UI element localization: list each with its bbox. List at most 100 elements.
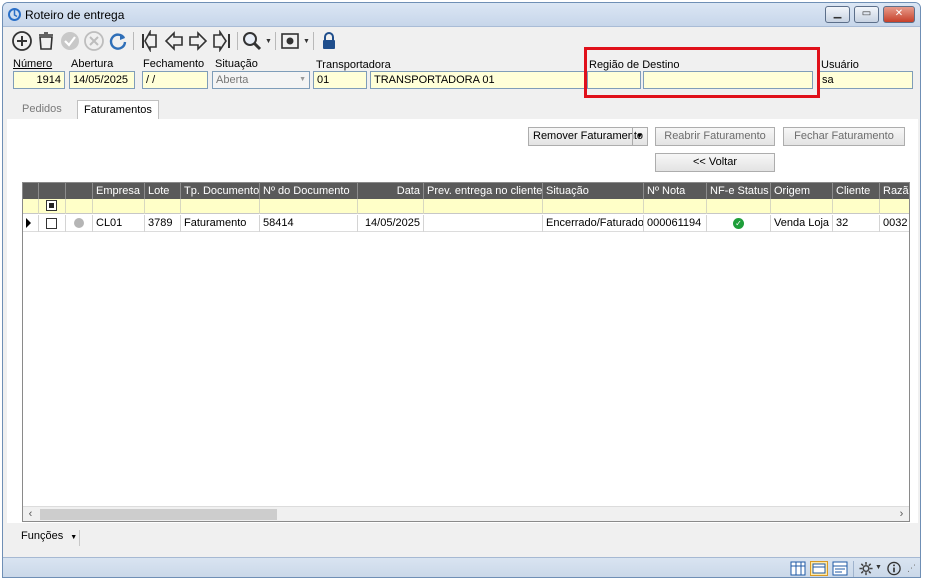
abertura-field[interactable]: 14/05/2025 [69,71,135,89]
abertura-label: Abertura [71,58,114,70]
add-icon[interactable] [11,30,33,52]
header-data[interactable]: Data [358,183,424,199]
numero-label: Número [13,58,53,70]
search-icon[interactable] [241,30,263,52]
search-dropdown-icon[interactable]: ▼ [265,38,272,45]
reabrir-faturamento-button[interactable]: Reabrir Faturamento [655,127,775,146]
voltar-button[interactable]: << Voltar [655,153,775,172]
grid-filter-row [23,199,909,214]
highlight-box [584,47,820,98]
footer-separator [79,530,80,546]
transportadora-name-field[interactable]: TRANSPORTADORA 01 [370,71,586,89]
close-button[interactable]: ✕ [883,6,915,23]
resize-grip-icon[interactable]: ⋰ [907,563,916,574]
header-cliente[interactable]: Cliente [833,183,880,199]
delete-icon[interactable] [35,30,57,52]
main-window: Roteiro de entrega ▁ ▭ ✕ ▼ ▼ Número Aber… [2,2,921,578]
filter-cell[interactable] [145,199,181,214]
header-empresa[interactable]: Empresa [93,183,145,199]
transportadora-label: Transportadora [316,59,391,71]
filter-cell[interactable] [880,199,909,214]
filter-cell[interactable] [260,199,358,214]
header-origem[interactable]: Origem [771,183,833,199]
table-row[interactable]: CL01 3789 Faturamento 58414 14/05/2025 E… [23,215,909,232]
toolbar-separator [133,32,134,50]
gear-dropdown-icon[interactable]: ▼ [875,564,882,571]
remover-faturamento-label: Remover Faturamento [533,130,644,142]
next-record-icon[interactable] [187,30,209,52]
filter-cell[interactable] [358,199,424,214]
fechamento-label: Fechamento [143,58,205,70]
last-record-icon[interactable] [211,30,233,52]
previous-record-icon[interactable] [163,30,185,52]
numero-field[interactable]: 1914 [13,71,65,89]
header-status [66,183,93,199]
header-num-nota[interactable]: Nº Nota [644,183,707,199]
info-icon[interactable] [886,561,902,576]
chevron-down-icon: ▼ [632,128,643,145]
filter-cell[interactable] [424,199,543,214]
header-lote[interactable]: Lote [145,183,181,199]
filter-cell[interactable] [93,199,145,214]
transportadora-code-field[interactable]: 01 [313,71,367,89]
filter-cell [39,199,66,214]
chevron-down-icon: ▼ [70,534,78,541]
usuario-field[interactable]: sa [818,71,913,89]
filter-cell[interactable] [543,199,644,214]
settings-icon[interactable] [279,30,301,52]
maximize-button[interactable]: ▭ [854,6,879,23]
filter-cell[interactable] [181,199,260,214]
cancel-icon[interactable] [83,30,105,52]
cell-data: 14/05/2025 [358,215,424,232]
first-record-icon[interactable] [139,30,161,52]
tab-pedidos[interactable]: Pedidos [16,100,68,120]
cell-num-nota: 000061194 [644,215,707,232]
fechar-faturamento-button[interactable]: Fechar Faturamento [783,127,905,146]
gear-icon[interactable] [858,561,874,576]
usuario-label: Usuário [821,59,859,71]
fechamento-field[interactable]: / / [142,71,208,89]
confirm-icon[interactable] [59,30,81,52]
select-all-checkbox[interactable] [46,200,57,211]
header-nfe-status[interactable]: NF-e Status [707,183,771,199]
cell-tp-documento: Faturamento [181,215,260,232]
filter-cell[interactable] [66,199,93,214]
grid-view-icon[interactable] [790,561,806,576]
refresh-icon[interactable] [107,30,129,52]
cell-prev-entrega [424,215,543,232]
header-razao[interactable]: Razão [880,183,909,199]
maximize-icon: ▭ [861,8,872,19]
cell-cliente: 32 [833,215,880,232]
chevron-down-icon: ▼ [299,76,306,83]
toolbar-separator [313,32,314,50]
header-prev-entrega[interactable]: Prev. entrega no cliente [424,183,543,199]
filter-cell [23,199,39,214]
situacao-label: Situação [215,58,258,70]
filter-cell[interactable] [833,199,880,214]
settings-dropdown-icon[interactable]: ▼ [303,38,310,45]
form-view-icon[interactable] [810,561,828,576]
filter-cell[interactable] [707,199,771,214]
faturamentos-grid: Empresa Lote Tp. Documento Nº do Documen… [22,182,910,522]
header-select [39,183,66,199]
horizontal-scrollbar[interactable]: ‹ › [23,506,909,521]
header-tp-documento[interactable]: Tp. Documento [181,183,260,199]
lock-icon[interactable] [318,30,340,52]
header-situacao[interactable]: Situação [543,183,644,199]
scrollbar-thumb[interactable] [40,509,277,520]
scroll-left-icon[interactable]: ‹ [23,507,38,521]
row-select-cell [39,215,66,232]
tab-faturamentos[interactable]: Faturamentos [77,100,159,121]
row-status-cell [66,215,93,232]
scroll-right-icon[interactable]: › [894,507,909,521]
situacao-select[interactable]: Aberta ▼ [212,71,310,89]
filter-cell[interactable] [644,199,707,214]
faturamentos-panel: Remover Faturamento ▼ Reabrir Faturament… [7,119,918,523]
detail-view-icon[interactable] [832,561,848,576]
remover-faturamento-button[interactable]: Remover Faturamento ▼ [528,127,648,146]
funcoes-menu[interactable]: Funções ▼ [21,530,77,542]
minimize-button[interactable]: ▁ [825,6,850,23]
header-num-documento[interactable]: Nº do Documento [260,183,358,199]
row-checkbox[interactable] [46,218,57,229]
filter-cell[interactable] [771,199,833,214]
